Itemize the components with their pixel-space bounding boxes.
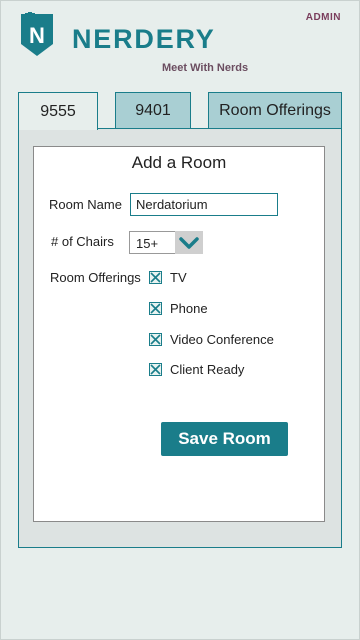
checkbox-checked-icon xyxy=(150,364,161,375)
checkbox-checked-icon xyxy=(150,334,161,345)
tab-room-offerings[interactable]: Room Offerings xyxy=(208,92,342,129)
nerdery-logo-icon: N xyxy=(21,12,53,56)
checkbox-client-ready[interactable] xyxy=(149,363,162,376)
svg-text:N: N xyxy=(29,23,45,48)
brand-name: NERDERY xyxy=(72,24,216,54)
card-title: Add a Room xyxy=(131,153,227,172)
offering-label-client-ready: Client Ready xyxy=(170,362,245,377)
offering-label-video-conference: Video Conference xyxy=(170,332,274,347)
tab-9555[interactable]: 9555 xyxy=(18,92,98,130)
chairs-label: # of Chairs xyxy=(51,234,114,249)
offering-label-tv: TV xyxy=(170,270,187,285)
room-offerings-label: Room Offerings xyxy=(50,270,141,285)
checkbox-phone[interactable] xyxy=(149,302,162,315)
admin-link[interactable]: ADMIN xyxy=(306,12,341,23)
tab-9401[interactable]: 9401 xyxy=(115,92,191,129)
chairs-value: 15+ xyxy=(136,236,159,251)
save-room-button[interactable]: Save Room xyxy=(161,422,288,456)
chevron-down-icon[interactable] xyxy=(175,231,203,254)
room-name-input[interactable] xyxy=(130,193,278,216)
checkbox-checked-icon xyxy=(150,272,161,283)
tab-panel: Add a Room Room Name # of Chairs 15+ Roo… xyxy=(18,128,342,548)
checkbox-tv[interactable] xyxy=(149,271,162,284)
chairs-select[interactable]: 15+ xyxy=(129,231,203,254)
brand-tagline: Meet With Nerds xyxy=(162,62,249,74)
offering-label-phone: Phone xyxy=(170,301,208,316)
checkbox-checked-icon xyxy=(150,303,161,314)
add-room-card: Add a Room Room Name # of Chairs 15+ Roo… xyxy=(33,146,325,522)
checkbox-video-conference[interactable] xyxy=(149,333,162,346)
room-name-label: Room Name xyxy=(49,197,122,212)
